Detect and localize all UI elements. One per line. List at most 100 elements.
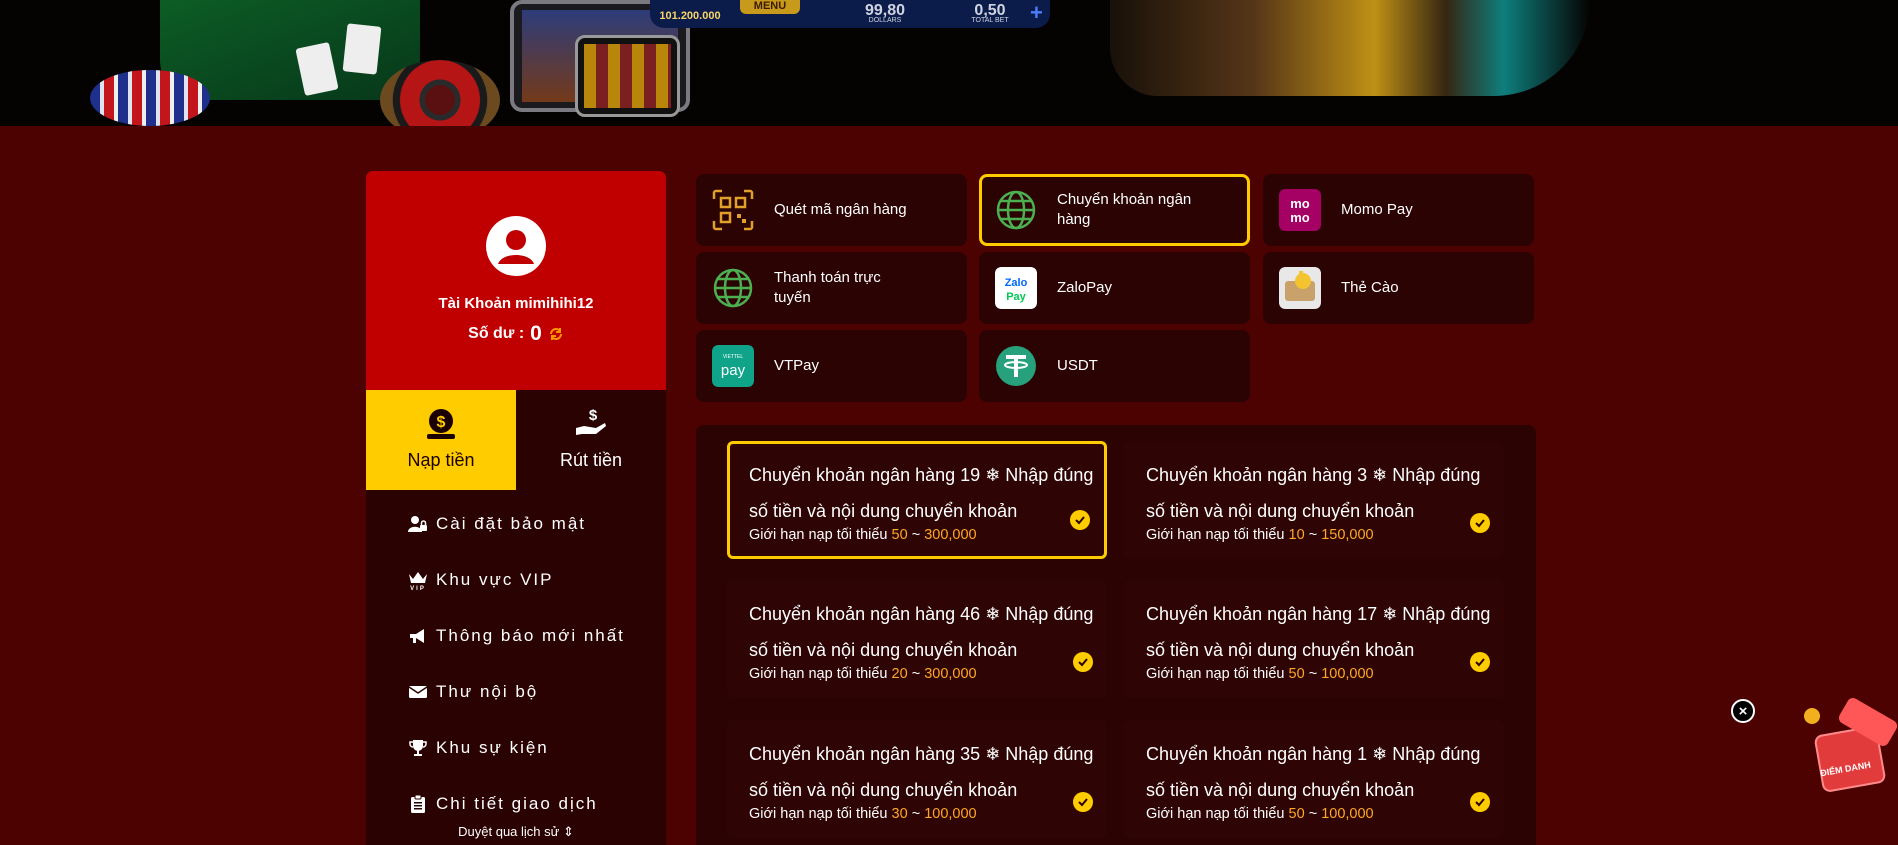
method-bank-transfer[interactable]: Chuyển khoản ngân hàng (979, 174, 1250, 246)
menu-events[interactable]: Khu sự kiện (366, 720, 666, 776)
limit-min: 30 (891, 806, 908, 822)
bank-channel-list: Chuyển khoản ngân hàng 19 ❄ Nhập đúng số… (696, 425, 1536, 845)
banner-plus-icon: + (1030, 0, 1043, 25)
top-banner: 101.200.000 MENU 99,80 DOLLARS 0,50 TOTA… (0, 0, 1898, 126)
trophy-icon (409, 740, 427, 756)
bank-limit: Giới hạn nạp tối thiểu 50 ~ 100,000 (1146, 666, 1504, 682)
banner-menu-label: MENU (740, 0, 800, 14)
svg-text:VIETTEL: VIETTEL (723, 354, 744, 360)
svg-text:$: $ (437, 414, 446, 431)
bank-limit: Giới hạn nạp tối thiểu 50 ~ 100,000 (1146, 806, 1504, 822)
method-label: ZaloPay (1057, 279, 1113, 296)
bank-limit: Giới hạn nạp tối thiểu 10 ~ 150,000 (1146, 527, 1504, 543)
method-label: Quét mã ngân hàng (774, 201, 907, 218)
limit-min: 10 (1288, 527, 1305, 543)
envelope-icon (408, 686, 428, 698)
limit-max: 300,000 (924, 527, 977, 543)
clipboard-icon (411, 794, 425, 813)
banner-slot-hud: 101.200.000 MENU 99,80 DOLLARS 0,50 TOTA… (650, 0, 1050, 28)
megaphone-icon (410, 629, 424, 643)
svg-text:mo: mo (1290, 196, 1310, 211)
limit-label: Giới hạn nạp tối thiểu (749, 527, 888, 543)
limit-label: Giới hạn nạp tối thiểu (749, 806, 888, 822)
method-label: Chuyển khoản ngân hàng (1057, 191, 1192, 228)
scratch-card-icon (1279, 267, 1321, 309)
banner-characters (1110, 0, 1590, 96)
zalopay-icon: Zalo Pay (995, 267, 1037, 309)
limit-label: Giới hạn nạp tối thiểu (1146, 806, 1285, 822)
close-float-button[interactable]: × (1731, 699, 1755, 723)
hand-dollar-icon: $ (576, 407, 606, 435)
balance-row: Số dư : 0 (366, 322, 666, 346)
qr-code-icon (712, 189, 754, 231)
bank-limit: Giới hạn nạp tối thiểu 50 ~ 300,000 (749, 527, 1104, 543)
tab-deposit[interactable]: $ Nạp tiền (366, 390, 516, 490)
check-icon (1070, 510, 1090, 530)
bank-channel-name: Chuyển khoản ngân hàng 1 ❄ Nhập đúng số … (1146, 744, 1481, 800)
menu-security-settings[interactable]: Cài đặt bảo mật (366, 496, 666, 552)
limit-label: Giới hạn nạp tối thiểu (1146, 527, 1285, 543)
bank-channel-name: Chuyển khoản ngân hàng 17 ❄ Nhập đúng số… (1146, 604, 1491, 660)
method-bank-qr[interactable]: Quét mã ngân hàng (696, 174, 967, 246)
account-name: Tài Khoản mimihihi12 (438, 295, 594, 312)
method-label: Thẻ Cào (1341, 279, 1399, 296)
menu-label: Thông báo mới nhất (436, 626, 625, 645)
money-bag-icon: $ (427, 409, 455, 439)
bank-channel-card[interactable]: Chuyển khoản ngân hàng 35 ❄ Nhập đúng số… (727, 720, 1107, 838)
method-online-payment[interactable]: Thanh toán trực tuyến (696, 252, 967, 324)
daily-checkin-gift-button[interactable]: ĐIỂM DANH (1800, 695, 1898, 794)
vtpay-icon: VIETTEL pay (712, 345, 754, 387)
balance-label: Số dư : (468, 325, 525, 342)
bank-channel-card[interactable]: Chuyển khoản ngân hàng 17 ❄ Nhập đúng số… (1124, 580, 1504, 698)
limit-min: 50 (1288, 666, 1305, 682)
svg-text:pay: pay (721, 362, 746, 379)
menu-vip-area[interactable]: VIP Khu vực VIP (366, 552, 666, 608)
menu-label: Chi tiết giao dịch (436, 794, 598, 813)
user-avatar-icon (486, 216, 546, 276)
balance-value: 0 (530, 322, 542, 345)
menu-latest-notice[interactable]: Thông báo mới nhất (366, 608, 666, 664)
bank-channel-name: Chuyển khoản ngân hàng 35 ❄ Nhập đúng số… (749, 744, 1094, 800)
account-panel: Tài Khoản mimihihi12 Số dư : 0 $ Nạp tiề… (366, 171, 666, 845)
tab-withdraw[interactable]: $ Rút tiền (516, 390, 666, 490)
check-icon (1470, 792, 1490, 812)
banner-amount: 101.200.000 (659, 10, 721, 22)
bank-channel-name: Chuyển khoản ngân hàng 19 ❄ Nhập đúng số… (749, 465, 1094, 521)
method-scratch-card[interactable]: Thẻ Cào (1263, 252, 1534, 324)
limit-label: Giới hạn nạp tối thiểu (1146, 666, 1285, 682)
svg-text:mo: mo (1290, 210, 1310, 225)
banner-dollars-label: DOLLARS (868, 17, 902, 24)
check-icon (1470, 652, 1490, 672)
check-icon (1073, 792, 1093, 812)
svg-text:Pay: Pay (1006, 291, 1026, 303)
svg-text:VIP: VIP (410, 586, 426, 590)
method-vtpay[interactable]: VIETTEL pay VTPay (696, 330, 967, 402)
history-link[interactable]: Duyệt qua lịch sử ⇕ (366, 824, 666, 840)
tether-icon (996, 346, 1036, 386)
limit-separator: ~ (911, 806, 921, 822)
account-menu: Cài đặt bảo mật VIP Khu vực VIP Thông bá… (366, 490, 666, 845)
bank-channel-card[interactable]: Chuyển khoản ngân hàng 1 ❄ Nhập đúng số … (1124, 720, 1504, 838)
method-usdt[interactable]: USDT (979, 330, 1250, 402)
bank-limit: Giới hạn nạp tối thiểu 20 ~ 300,000 (749, 666, 1107, 682)
refresh-icon[interactable] (548, 326, 564, 342)
menu-label: Khu sự kiện (436, 738, 549, 757)
menu-label: Thư nội bộ (436, 682, 539, 701)
banner-phone (575, 35, 680, 117)
limit-min: 20 (891, 666, 908, 682)
bank-channel-card[interactable]: Chuyển khoản ngân hàng 46 ❄ Nhập đúng số… (727, 580, 1107, 698)
limit-min: 50 (891, 527, 908, 543)
bank-channel-name: Chuyển khoản ngân hàng 46 ❄ Nhập đúng số… (749, 604, 1094, 660)
bank-channel-card[interactable]: Chuyển khoản ngân hàng 19 ❄ Nhập đúng số… (727, 441, 1107, 559)
globe-icon (713, 268, 753, 308)
check-icon (1470, 513, 1490, 533)
method-momo[interactable]: mo mo Momo Pay (1263, 174, 1534, 246)
menu-inbox[interactable]: Thư nội bộ (366, 664, 666, 720)
menu-label: Khu vực VIP (436, 570, 554, 589)
method-zalopay[interactable]: Zalo Pay ZaloPay (979, 252, 1250, 324)
coin-icon (1804, 708, 1820, 724)
method-label: USDT (1057, 357, 1098, 374)
limit-max: 150,000 (1321, 527, 1374, 543)
bank-channel-card[interactable]: Chuyển khoản ngân hàng 3 ❄ Nhập đúng số … (1124, 441, 1504, 559)
banner-roulette (380, 60, 500, 126)
